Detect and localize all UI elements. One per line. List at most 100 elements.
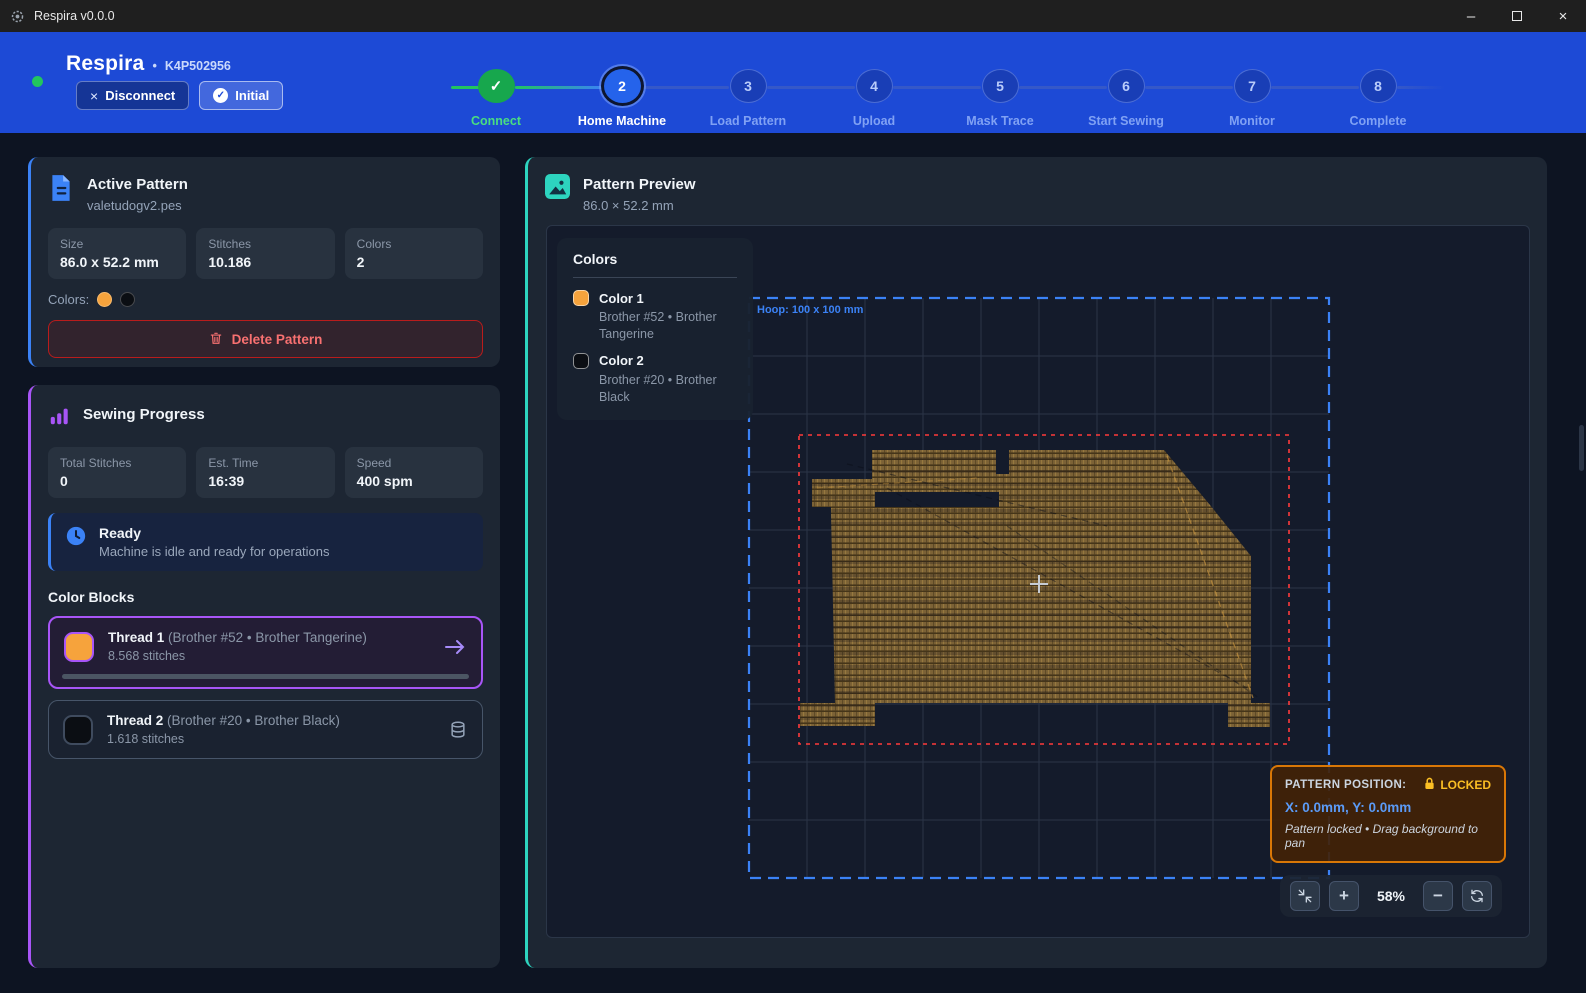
step-mask-trace[interactable]: 5 Mask Trace bbox=[937, 42, 1063, 128]
step-label: Monitor bbox=[1229, 114, 1275, 128]
legend-color-detail: Brother #52 • Brother Tangerine bbox=[599, 309, 747, 343]
check-circle-icon: ✓ bbox=[213, 88, 228, 103]
sewing-progress-card: Sewing Progress Total Stitches 0 Est. Ti… bbox=[28, 385, 500, 968]
legend-item-color-2: Color 2 Brother #20 • Brother Black bbox=[573, 353, 737, 406]
status-title: Ready bbox=[99, 525, 330, 541]
card-title: Pattern Preview bbox=[583, 174, 696, 193]
thread-block-1[interactable]: Thread 1 (Brother #52 • Brother Tangerin… bbox=[48, 616, 483, 689]
stat-stitches: Stitches 10.186 bbox=[196, 228, 334, 279]
brand-title: Respira bbox=[66, 52, 144, 76]
step-circle: 6 bbox=[1108, 69, 1145, 103]
step-circle: 8 bbox=[1360, 69, 1397, 103]
lock-state-badge: LOCKED bbox=[1440, 778, 1491, 792]
delete-pattern-label: Delete Pattern bbox=[232, 332, 323, 347]
step-label: Connect bbox=[471, 114, 521, 128]
color-swatch-1 bbox=[97, 292, 112, 307]
machine-status: Ready Machine is idle and ready for oper… bbox=[48, 513, 483, 571]
step-label: Upload bbox=[853, 114, 895, 128]
stat-est-time: Est. Time 16:39 bbox=[196, 447, 334, 498]
fit-view-button[interactable] bbox=[1290, 881, 1320, 911]
brand-separator: • bbox=[152, 59, 156, 73]
colors-legend-panel: Colors Color 1 Brother #52 • Brother Tan… bbox=[557, 238, 753, 420]
pattern-preview-card: Pattern Preview 86.0 × 52.2 mm bbox=[525, 157, 1547, 968]
step-circle: ✓ bbox=[478, 69, 515, 103]
pattern-dimensions: 86.0 × 52.2 mm bbox=[583, 198, 696, 213]
legend-color-detail: Brother #20 • Brother Black bbox=[599, 372, 747, 406]
window-scrollbar[interactable] bbox=[1579, 425, 1584, 471]
step-label: Complete bbox=[1350, 114, 1407, 128]
pattern-filename: valetudogv2.pes bbox=[87, 198, 188, 213]
trash-icon bbox=[209, 331, 223, 348]
thread-stitch-count: 8.568 stitches bbox=[108, 649, 367, 663]
step-upload[interactable]: 4 Upload bbox=[811, 42, 937, 128]
bar-chart-icon bbox=[48, 402, 70, 432]
compress-icon bbox=[1297, 888, 1313, 904]
refresh-icon bbox=[1469, 888, 1485, 904]
step-load-pattern[interactable]: 3 Load Pattern bbox=[685, 42, 811, 128]
step-monitor[interactable]: 7 Monitor bbox=[1189, 42, 1315, 128]
thread-stitch-count: 1.618 stitches bbox=[107, 732, 340, 746]
position-label: PATTERN POSITION: bbox=[1285, 779, 1406, 791]
close-button[interactable]: × bbox=[1540, 0, 1586, 32]
thread-progress-bar bbox=[62, 674, 469, 679]
position-coordinates: X: 0.0mm, Y: 0.0mm bbox=[1285, 800, 1491, 815]
app-header: Respira • K4P502956 × Disconnect ✓ Initi… bbox=[0, 32, 1586, 133]
thread-swatch bbox=[63, 715, 93, 745]
step-connect[interactable]: ✓ Connect bbox=[433, 42, 559, 128]
close-icon: × bbox=[90, 88, 98, 104]
pattern-position-overlay: PATTERN POSITION: LOCKED X: 0.0mm, Y: 0.… bbox=[1270, 765, 1506, 863]
maximize-button[interactable] bbox=[1494, 0, 1540, 32]
step-circle: 7 bbox=[1234, 69, 1271, 103]
zoom-level: 58% bbox=[1368, 888, 1414, 904]
image-icon bbox=[545, 174, 570, 204]
thread-block-2[interactable]: Thread 2 (Brother #20 • Brother Black) 1… bbox=[48, 700, 483, 759]
app-window: Respira v0.0.0 – × Respira • K4P502956 ×… bbox=[0, 0, 1586, 993]
step-label: Start Sewing bbox=[1088, 114, 1164, 128]
stat-colors: Colors 2 bbox=[345, 228, 483, 279]
reset-view-button[interactable] bbox=[1462, 881, 1492, 911]
step-circle: 3 bbox=[730, 69, 767, 103]
step-home-machine[interactable]: 2 Home Machine bbox=[559, 42, 685, 128]
zoom-toolbar: + 58% − bbox=[1280, 875, 1502, 917]
database-icon bbox=[448, 720, 468, 740]
zoom-in-button[interactable]: + bbox=[1329, 881, 1359, 911]
color-blocks-title: Color Blocks bbox=[48, 589, 483, 605]
step-circle: 4 bbox=[856, 69, 893, 103]
initial-label: Initial bbox=[235, 88, 269, 103]
stat-speed: Speed 400 spm bbox=[345, 447, 483, 498]
lock-icon bbox=[1424, 777, 1435, 793]
initial-button[interactable]: ✓ Initial bbox=[199, 81, 283, 110]
colors-legend-title: Colors bbox=[573, 251, 737, 267]
divider bbox=[573, 277, 737, 278]
delete-pattern-button[interactable]: Delete Pattern bbox=[48, 320, 483, 358]
step-label: Mask Trace bbox=[966, 114, 1033, 128]
active-pattern-card: Active Pattern valetudogv2.pes Size 86.0… bbox=[28, 157, 500, 367]
arrow-right-icon bbox=[443, 638, 467, 656]
file-icon bbox=[48, 174, 74, 207]
step-complete[interactable]: 8 Complete bbox=[1315, 42, 1441, 128]
preview-canvas[interactable]: Hoop: 100 x 100 mm bbox=[546, 225, 1530, 938]
legend-swatch bbox=[573, 290, 589, 306]
machine-serial: K4P502956 bbox=[165, 59, 231, 73]
clock-icon bbox=[65, 525, 87, 552]
legend-swatch bbox=[573, 353, 589, 369]
disconnect-button[interactable]: × Disconnect bbox=[76, 81, 189, 110]
legend-color-name: Color 2 bbox=[599, 353, 644, 368]
thread-name: Thread 1 bbox=[108, 630, 164, 645]
thread-detail: (Brother #52 • Brother Tangerine) bbox=[168, 630, 367, 645]
thread-swatch bbox=[64, 632, 94, 662]
minimize-button[interactable]: – bbox=[1448, 0, 1494, 32]
hoop-label: Hoop: 100 x 100 mm bbox=[757, 304, 864, 316]
status-description: Machine is idle and ready for operations bbox=[99, 544, 330, 559]
connection-status-dot bbox=[32, 76, 43, 87]
stitch-pattern bbox=[800, 450, 1270, 727]
step-circle: 5 bbox=[982, 69, 1019, 103]
position-hint: Pattern locked • Drag background to pan bbox=[1285, 822, 1491, 850]
step-start-sewing[interactable]: 6 Start Sewing bbox=[1063, 42, 1189, 128]
titlebar: Respira v0.0.0 – × bbox=[0, 0, 1586, 32]
step-label: Load Pattern bbox=[710, 114, 786, 128]
legend-color-name: Color 1 bbox=[599, 291, 644, 306]
step-label: Home Machine bbox=[578, 114, 666, 128]
app-icon bbox=[10, 9, 25, 24]
zoom-out-button[interactable]: − bbox=[1423, 881, 1453, 911]
